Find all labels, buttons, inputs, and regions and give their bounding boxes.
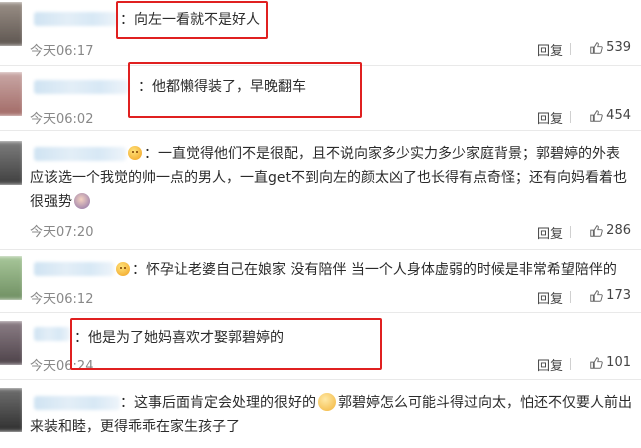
smile-emoji-icon (128, 146, 142, 160)
comment-text: ：怀孕让老婆自己在娘家 没有陪伴 当一个人身体虚弱的时候是非常希望陪伴的 (116, 259, 617, 281)
comment-text: ：这事后面肯定会处理的很好的 郭碧婷怎么可能斗得过向太，怕还不仅要人前出 (120, 393, 632, 411)
thumb-up-icon (590, 41, 603, 54)
thumb-up-icon (590, 109, 603, 122)
thumb-up-icon (590, 224, 603, 237)
like-count: 101 (606, 355, 631, 370)
avatar[interactable] (0, 141, 22, 185)
thumb-up-icon (590, 289, 603, 302)
comment-text: ：一直觉得他们不是很配，且不说向家多少实力多少家庭背景；郭碧婷的外表 (128, 143, 620, 165)
like-button[interactable]: 173 (589, 288, 631, 303)
comment-text-line2: 应该选一个我觉的帅一点的男人，一直get不到向左的颜太凶了也长得有点奇怪；还有向… (30, 170, 627, 186)
username-blurred[interactable] (34, 396, 120, 410)
separator (570, 43, 571, 55)
separator (570, 111, 571, 123)
smile-emoji-icon (116, 262, 130, 276)
username-blurred[interactable] (34, 147, 126, 161)
reply-button[interactable]: 回复 (537, 355, 563, 374)
avatar[interactable] (0, 321, 22, 365)
comment-item: ：这事后面肯定会处理的很好的 郭碧婷怎么可能斗得过向太，怕还不仅要人前出 来装和睦… (0, 380, 641, 448)
highlight-box (116, 1, 268, 39)
kid-emoji-icon (74, 193, 90, 209)
comment-text-line2: 来装和睦，更得乖乖在家生孩子了 (30, 419, 240, 435)
username-blurred[interactable] (34, 262, 114, 276)
avatar[interactable] (0, 256, 22, 300)
separator (570, 358, 571, 370)
reply-button[interactable]: 回复 (537, 288, 563, 307)
like-count: 286 (606, 223, 631, 238)
like-button[interactable]: 539 (589, 40, 631, 55)
comment-time: 今天07:20 (30, 225, 94, 240)
like-button[interactable]: 101 (589, 355, 631, 370)
reply-button[interactable]: 回复 (537, 108, 563, 127)
like-button[interactable]: 286 (589, 223, 631, 238)
like-button[interactable]: 454 (589, 108, 631, 123)
laughing-emoji-icon (318, 393, 336, 411)
avatar[interactable] (0, 72, 22, 116)
highlight-box (70, 318, 382, 370)
avatar[interactable] (0, 388, 22, 432)
thumb-up-icon (590, 356, 603, 369)
comment-time: 今天06:17 (30, 44, 94, 59)
comment-item: ：一直觉得他们不是很配，且不说向家多少实力多少家庭背景；郭碧婷的外表 应该选一个… (0, 131, 641, 249)
avatar[interactable] (0, 2, 22, 46)
like-count: 539 (606, 40, 631, 55)
highlight-box (128, 62, 362, 118)
comment-time: 今天06:12 (30, 292, 94, 307)
comment-item: ：向左一看就不是好人 今天06:17 回复 539 (0, 0, 641, 66)
like-count: 454 (606, 108, 631, 123)
reply-button[interactable]: 回复 (537, 40, 563, 59)
separator (570, 226, 571, 238)
comment-time: 今天06:02 (30, 112, 94, 127)
like-count: 173 (606, 288, 631, 303)
reply-button[interactable]: 回复 (537, 223, 563, 242)
comment-item: ：怀孕让老婆自己在娘家 没有陪伴 当一个人身体虚弱的时候是非常希望陪伴的 今天0… (0, 250, 641, 312)
username-blurred[interactable] (34, 12, 118, 26)
username-blurred[interactable] (34, 80, 128, 94)
username-blurred[interactable] (34, 327, 70, 341)
comment-text-line3: 很强势 (30, 191, 90, 213)
separator (570, 291, 571, 303)
